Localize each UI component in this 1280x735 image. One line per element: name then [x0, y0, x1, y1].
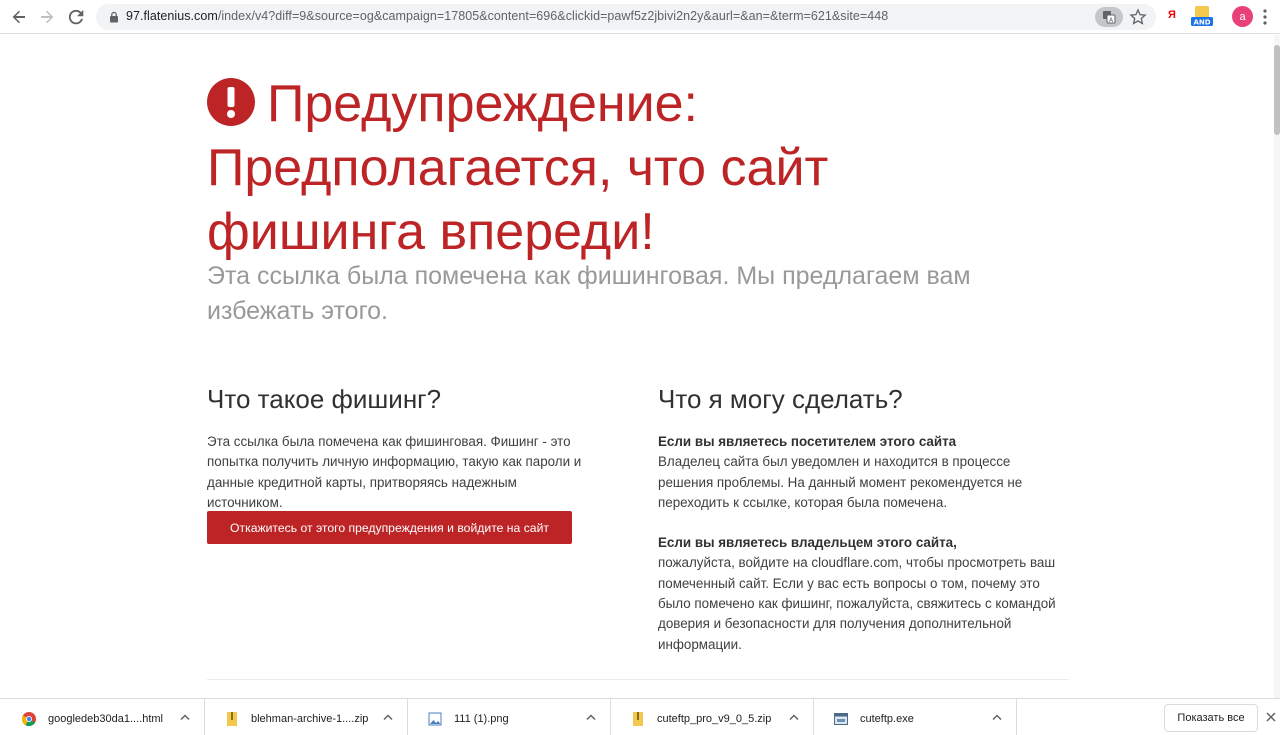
exe-icon [834, 713, 848, 725]
phishing-heading: Что такое фишинг? [207, 384, 442, 414]
chevron-up-icon[interactable] [789, 713, 799, 721]
alert-icon [207, 78, 255, 126]
translate-button[interactable]: A [1095, 7, 1123, 27]
download-filename: blehman-archive-1....zip [251, 713, 369, 725]
warning-title-text: Предупреждение: Предполагается, что сайт… [207, 75, 829, 261]
download-filename: cuteftp.exe [860, 713, 914, 725]
url-text[interactable]: 97.flatenius.com/index/v4?diff=9&source=… [126, 9, 888, 23]
chevron-up-icon[interactable] [586, 713, 596, 721]
back-button[interactable] [6, 5, 32, 29]
owner-body-pre: пожалуйста, войдите на [658, 555, 812, 571]
download-item[interactable]: cuteftp_pro_v9_0_5.zip [614, 699, 814, 735]
owner-paragraph: Если вы являетесь владельцем этого сайта… [658, 533, 1068, 655]
what-to-do-column: Что я могу сделать? Если вы являетесь по… [658, 383, 1068, 655]
zip-icon [227, 712, 237, 726]
visitor-paragraph: Если вы являетесь посетителем этого сайт… [658, 432, 1068, 513]
download-item[interactable]: 111 (1).png [411, 699, 611, 735]
close-icon[interactable] [1266, 712, 1276, 722]
download-item[interactable]: blehman-archive-1....zip [208, 699, 408, 735]
footer-divider [207, 679, 1069, 680]
and-extension-icon[interactable]: AND [1190, 4, 1214, 28]
reload-icon [68, 9, 84, 25]
arrow-left-icon [12, 10, 25, 24]
chrome-icon [22, 712, 36, 726]
address-bar[interactable]: 97.flatenius.com/index/v4?diff=9&source=… [96, 4, 1156, 30]
show-all-downloads-button[interactable]: Показать все [1164, 704, 1258, 732]
profile-avatar[interactable]: a [1232, 6, 1253, 27]
kebab-menu-icon[interactable] [1262, 8, 1268, 26]
owner-title: Если вы являетесь владельцем этого сайта… [658, 535, 957, 551]
warning-subtitle: Эта ссылка была помечена как фишинговая.… [207, 262, 971, 325]
phishing-description: Эта ссылка была помечена как фишинговая.… [207, 434, 582, 510]
browser-toolbar: 97.flatenius.com/index/v4?diff=9&source=… [0, 0, 1280, 34]
page-content: Предупреждение: Предполагается, что сайт… [0, 35, 1274, 698]
image-icon [428, 712, 442, 726]
translate-icon: A [1103, 11, 1116, 24]
page-scrollbar[interactable] [1274, 35, 1280, 698]
and-badge-icon: AND [1191, 6, 1213, 27]
zip-icon [633, 712, 643, 726]
what-to-do-heading: Что я могу сделать? [658, 384, 903, 414]
cloudflare-link[interactable]: cloudflare.com [811, 555, 898, 570]
scrollbar-thumb[interactable] [1274, 45, 1280, 135]
download-filename: 111 (1).png [454, 713, 509, 725]
yandex-extension-icon[interactable]: Я [1168, 9, 1176, 21]
forward-button[interactable] [34, 5, 60, 29]
svg-text:AND: AND [1193, 19, 1210, 27]
lock-icon [110, 11, 118, 23]
url-path: /index/v4?diff=9&source=og&campaign=1780… [217, 9, 889, 23]
reload-button[interactable] [63, 5, 89, 29]
visitor-title: Если вы являетесь посетителем этого сайт… [658, 434, 957, 449]
download-filename: cuteftp_pro_v9_0_5.zip [657, 713, 772, 725]
arrow-right-icon [41, 10, 54, 24]
chevron-up-icon[interactable] [992, 713, 1002, 721]
bookmark-star-icon[interactable] [1129, 8, 1147, 26]
url-host: 97.flatenius.com [126, 9, 218, 23]
ignore-warning-button[interactable]: Откажитесь от этого предупреждения и вой… [207, 511, 572, 544]
download-bar: googledeb30da1....html blehman-archive-1… [0, 698, 1280, 735]
warning-title: Предупреждение: Предполагается, что сайт… [207, 72, 1007, 264]
download-filename: googledeb30da1....html [48, 713, 163, 725]
visitor-body: Владелец сайта был уведомлен и находится… [658, 454, 1023, 510]
chevron-up-icon[interactable] [383, 713, 393, 721]
download-item[interactable]: cuteftp.exe [817, 699, 1017, 735]
phishing-info-column: Что такое фишинг? Эта ссылка была помече… [207, 383, 587, 513]
download-item[interactable]: googledeb30da1....html [5, 699, 205, 735]
chevron-up-icon[interactable] [180, 713, 190, 721]
